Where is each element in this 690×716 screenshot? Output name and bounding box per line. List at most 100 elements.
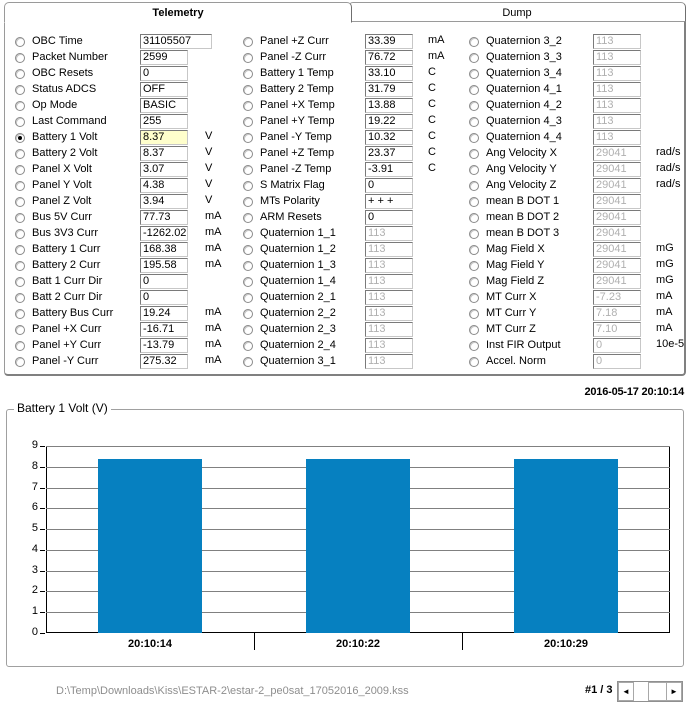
telemetry-value-field[interactable]: 113 (365, 306, 413, 321)
radio-quaternion-4-2[interactable] (469, 101, 479, 111)
telemetry-value-field[interactable]: 13.88 (365, 98, 413, 113)
radio-quaternion-1-2[interactable] (243, 245, 253, 255)
telemetry-value-field[interactable]: 0 (140, 290, 188, 305)
telemetry-value-field[interactable]: 2599 (140, 50, 188, 65)
telemetry-value-field[interactable]: 29041 (593, 242, 641, 257)
telemetry-value-field[interactable]: 0 (593, 338, 641, 353)
telemetry-value-field[interactable]: 113 (365, 338, 413, 353)
telemetry-value-field[interactable]: 10.32 (365, 130, 413, 145)
radio-packet-number[interactable] (15, 53, 25, 63)
telemetry-value-field[interactable]: 113 (593, 82, 641, 97)
telemetry-value-field[interactable]: 23.37 (365, 146, 413, 161)
radio-batt-2-curr-dir[interactable] (15, 293, 25, 303)
telemetry-value-field[interactable]: OFF (140, 82, 188, 97)
radio-panel-y-volt[interactable] (15, 181, 25, 191)
radio-quaternion-4-3[interactable] (469, 117, 479, 127)
telemetry-value-field[interactable]: 4.38 (140, 178, 188, 193)
telemetry-value-field[interactable]: -3.91 (365, 162, 413, 177)
telemetry-value-field[interactable]: 29041 (593, 274, 641, 289)
radio-quaternion-2-3[interactable] (243, 325, 253, 335)
radio-mt-curr-z[interactable] (469, 325, 479, 335)
radio-last-command[interactable] (15, 117, 25, 127)
radio-quaternion-3-3[interactable] (469, 53, 479, 63)
radio-panel-z-curr[interactable] (243, 37, 253, 47)
radio-quaternion-1-1[interactable] (243, 229, 253, 239)
telemetry-value-field[interactable]: -13.79 (140, 338, 188, 353)
telemetry-value-field[interactable]: 113 (593, 130, 641, 145)
telemetry-value-field[interactable]: 113 (365, 290, 413, 305)
radio-batt-1-curr-dir[interactable] (15, 277, 25, 287)
telemetry-value-field[interactable]: 113 (593, 50, 641, 65)
telemetry-value-field[interactable]: 31.79 (365, 82, 413, 97)
telemetry-value-field[interactable]: 113 (365, 322, 413, 337)
telemetry-value-field[interactable]: 113 (365, 226, 413, 241)
telemetry-value-field[interactable]: 113 (365, 354, 413, 369)
telemetry-value-field[interactable]: 113 (365, 258, 413, 273)
telemetry-value-field[interactable]: BASIC (140, 98, 188, 113)
radio-battery-1-volt[interactable] (15, 133, 25, 143)
telemetry-value-field[interactable]: 3.07 (140, 162, 188, 177)
radio-panel-x-volt[interactable] (15, 165, 25, 175)
radio-obc-resets[interactable] (15, 69, 25, 79)
telemetry-value-field[interactable]: 8.37 (140, 146, 188, 161)
tab-dump[interactable]: Dump (348, 2, 686, 23)
telemetry-value-field[interactable]: 33.39 (365, 34, 413, 49)
telemetry-value-field[interactable]: 113 (593, 66, 641, 81)
radio-mean-b-dot-1[interactable] (469, 197, 479, 207)
telemetry-value-field[interactable]: 7.18 (593, 306, 641, 321)
telemetry-value-field[interactable]: 29041 (593, 226, 641, 241)
telemetry-value-field[interactable]: 113 (593, 114, 641, 129)
radio-panel-z-volt[interactable] (15, 197, 25, 207)
radio-mag-field-x[interactable] (469, 245, 479, 255)
telemetry-value-field[interactable]: 255 (140, 114, 188, 129)
telemetry-value-field[interactable]: 7.10 (593, 322, 641, 337)
radio-battery-bus-curr[interactable] (15, 309, 25, 319)
telemetry-value-field[interactable]: 29041 (593, 210, 641, 225)
telemetry-value-field[interactable]: 113 (365, 242, 413, 257)
telemetry-value-field[interactable]: 0 (140, 274, 188, 289)
telemetry-value-field[interactable]: 29041 (593, 162, 641, 177)
radio-mean-b-dot-3[interactable] (469, 229, 479, 239)
telemetry-value-field[interactable]: 113 (593, 34, 641, 49)
radio-quaternion-4-4[interactable] (469, 133, 479, 143)
radio-panel-y-temp[interactable] (243, 133, 253, 143)
telemetry-value-field[interactable]: 76.72 (365, 50, 413, 65)
telemetry-value-field[interactable]: + + + (365, 194, 413, 209)
record-scrollbar[interactable]: ◄ ► (617, 681, 683, 702)
radio-ang-velocity-x[interactable] (469, 149, 479, 159)
radio-panel-x-temp[interactable] (243, 101, 253, 111)
telemetry-value-field[interactable]: 195.58 (140, 258, 188, 273)
radio-quaternion-3-4[interactable] (469, 69, 479, 79)
telemetry-value-field[interactable]: 275.32 (140, 354, 188, 369)
telemetry-value-field[interactable]: 33.10 (365, 66, 413, 81)
telemetry-value-field[interactable]: 19.22 (365, 114, 413, 129)
telemetry-value-field[interactable]: 0 (140, 66, 188, 81)
radio-panel-z-temp[interactable] (243, 149, 253, 159)
telemetry-value-field[interactable]: -7.23 (593, 290, 641, 305)
radio-ang-velocity-y[interactable] (469, 165, 479, 175)
telemetry-value-field[interactable]: -1262.02 (140, 226, 188, 241)
scroll-right-arrow-icon[interactable]: ► (666, 682, 682, 701)
telemetry-value-field[interactable]: 0 (365, 210, 413, 225)
telemetry-value-field[interactable]: 8.37 (140, 130, 188, 145)
radio-quaternion-2-1[interactable] (243, 293, 253, 303)
radio-battery-2-curr[interactable] (15, 261, 25, 271)
radio-quaternion-3-2[interactable] (469, 37, 479, 47)
radio-quaternion-1-4[interactable] (243, 277, 253, 287)
telemetry-value-field[interactable]: 168.38 (140, 242, 188, 257)
radio-accel-norm[interactable] (469, 357, 479, 367)
scroll-left-arrow-icon[interactable]: ◄ (618, 682, 634, 701)
telemetry-value-field[interactable]: 29041 (593, 178, 641, 193)
radio-arm-resets[interactable] (243, 213, 253, 223)
radio-panel-y-temp[interactable] (243, 117, 253, 127)
radio-op-mode[interactable] (15, 101, 25, 111)
telemetry-value-field[interactable]: -16.71 (140, 322, 188, 337)
telemetry-value-field[interactable]: 0 (593, 354, 641, 369)
radio-quaternion-2-4[interactable] (243, 341, 253, 351)
radio-ang-velocity-z[interactable] (469, 181, 479, 191)
radio-mag-field-z[interactable] (469, 277, 479, 287)
radio-mean-b-dot-2[interactable] (469, 213, 479, 223)
radio-quaternion-1-3[interactable] (243, 261, 253, 271)
radio-battery-1-temp[interactable] (243, 69, 253, 79)
radio-battery-2-temp[interactable] (243, 85, 253, 95)
